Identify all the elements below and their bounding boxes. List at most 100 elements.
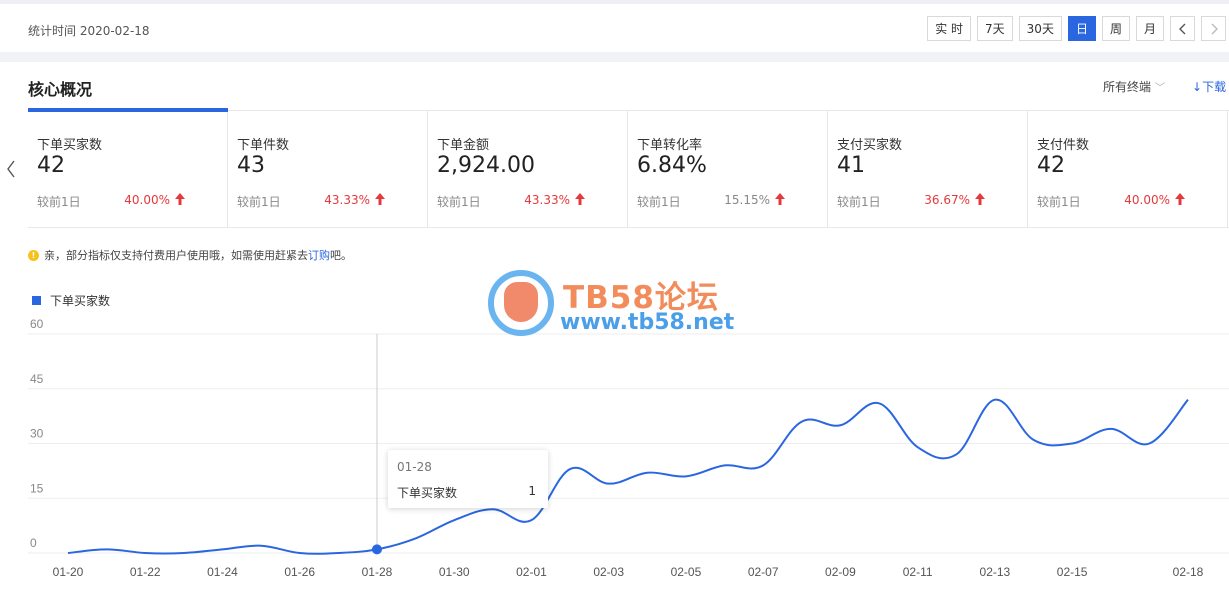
metric-percent: 36.67%: [924, 193, 970, 207]
chevron-right-icon[interactable]: [1201, 16, 1226, 41]
metric-card[interactable]: 下单买家数 42 较前1日 40.00%: [28, 108, 228, 228]
y-tick-label: 0: [30, 536, 37, 550]
terminal-select-label: 所有终端: [1103, 80, 1152, 94]
download-link[interactable]: ↓下载: [1192, 78, 1226, 95]
metric-label: 下单金额: [437, 138, 490, 153]
metric-card[interactable]: 支付买家数 41 较前1日 36.67%: [828, 111, 1028, 228]
metric-compare: 较前1日: [837, 195, 881, 209]
metric-card[interactable]: 下单转化率 6.84% 较前1日 15.15%: [628, 111, 828, 228]
data-point: [220, 547, 224, 551]
arrow-up-icon: [775, 193, 785, 205]
data-point: [336, 551, 340, 555]
tooltip-value: 1: [528, 484, 536, 498]
notice-suffix: 吧。: [330, 249, 352, 262]
metric-label: 下单买家数: [37, 138, 103, 153]
paid-feature-notice: ! 亲，部分指标仅支持付费用户使用哦，如需使用赶紧去 订购 吧。: [28, 247, 352, 263]
x-tick-label: 01-20: [53, 565, 84, 579]
x-tick-label: 02-05: [671, 565, 702, 579]
arrow-up-icon: [975, 193, 985, 205]
arrow-up-icon: [1175, 193, 1185, 205]
metric-percent: 40.00%: [124, 193, 170, 207]
top-bar: 统计时间 2020-02-18 实 时 7天 30天 日 周 月: [0, 0, 1229, 52]
x-tick-label: 02-15: [1057, 565, 1088, 579]
data-point: [298, 551, 302, 555]
data-point: [993, 398, 997, 402]
x-tick-label: 02-01: [516, 565, 547, 579]
y-tick-label: 60: [30, 317, 44, 331]
arrow-up-icon: [175, 193, 185, 205]
7day-button[interactable]: 7天: [977, 16, 1013, 41]
terminal-select[interactable]: 所有终端 ﹀: [1103, 78, 1165, 95]
data-point: [607, 482, 611, 486]
x-tick-label: 01-26: [284, 565, 315, 579]
section-divider: [0, 52, 1229, 62]
data-point: [954, 452, 958, 456]
metric-value: 6.84%: [637, 153, 707, 178]
legend-label: 下单买家数: [50, 294, 111, 308]
metric-card[interactable]: 支付件数 42 较前1日 40.00%: [1028, 111, 1228, 228]
metric-label: 下单转化率: [637, 138, 703, 153]
time-range-buttons: 实 时 7天 30天 日 周 月: [927, 16, 1226, 41]
arrow-up-icon: [575, 193, 585, 205]
week-button[interactable]: 周: [1101, 16, 1130, 41]
data-point: [1186, 398, 1190, 402]
realtime-button[interactable]: 实 时: [927, 16, 972, 41]
metric-card[interactable]: 下单金额 2,924.00 较前1日 43.33%: [428, 111, 628, 228]
chevron-down-icon: ﹀: [1155, 83, 1166, 94]
data-point: [105, 547, 109, 551]
data-point: [529, 518, 533, 522]
day-button[interactable]: 日: [1067, 16, 1096, 41]
download-label: 下载: [1202, 80, 1227, 94]
y-tick-label: 15: [30, 481, 44, 495]
metric-value: 42: [37, 153, 65, 178]
legend-swatch: [32, 296, 41, 305]
tooltip-date: 01-28: [397, 460, 432, 474]
chevron-left-icon[interactable]: [6, 160, 16, 183]
x-tick-label: 01-24: [207, 565, 238, 579]
x-tick-label: 02-09: [825, 565, 856, 579]
data-point: [66, 551, 70, 555]
y-tick-label: 30: [30, 427, 44, 441]
data-point: [1109, 427, 1113, 431]
tb58-watermark: TB58论坛 www.tb58.net: [488, 270, 748, 340]
data-point: [371, 544, 382, 555]
metric-percent: 15.15%: [724, 193, 770, 207]
line-chart[interactable]: 0 15 30 45 60 01-20 01-22 01-24 01-26 01-28 01-30 0…: [0, 310, 1229, 609]
data-point: [684, 474, 688, 478]
month-button[interactable]: 月: [1135, 16, 1164, 41]
x-tick-label: 02-11: [903, 565, 933, 579]
data-point: [645, 471, 649, 475]
data-point: [877, 401, 881, 405]
series-line: [67, 398, 1189, 555]
chart-tooltip: 01-28 下单买家数 1: [388, 450, 548, 508]
metric-card[interactable]: 下单件数 43 较前1日 43.33%: [228, 111, 428, 228]
chart-legend[interactable]: 下单买家数: [32, 292, 110, 309]
watermark-url: www.tb58.net: [560, 310, 735, 335]
metric-cards: 下单买家数 42 较前1日 40.00% 下单件数 43 较前1日 43.33%…: [28, 108, 1229, 228]
x-tick-label: 02-18: [1173, 565, 1204, 579]
arrow-up-icon: [375, 193, 385, 205]
data-point: [143, 551, 147, 555]
data-point: [1147, 442, 1151, 446]
x-tick-label: 02-07: [748, 565, 779, 579]
metric-value: 42: [1037, 153, 1065, 178]
x-tick-label: 01-30: [439, 565, 470, 579]
metric-value: 41: [837, 153, 865, 178]
x-tick-label: 02-13: [980, 565, 1011, 579]
chevron-left-icon[interactable]: [1170, 16, 1195, 41]
data-point: [800, 420, 804, 424]
notice-text: 亲，部分指标仅支持付费用户使用哦，如需使用赶紧去: [44, 249, 308, 262]
metric-percent: 40.00%: [1124, 193, 1170, 207]
data-point: [1032, 438, 1036, 442]
data-point: [723, 463, 727, 467]
data-point: [761, 463, 765, 467]
metric-label: 支付买家数: [837, 138, 903, 153]
metric-compare: 较前1日: [237, 195, 281, 209]
hand-icon: [504, 282, 538, 322]
30day-button[interactable]: 30天: [1018, 16, 1062, 41]
data-point: [1070, 442, 1074, 446]
tooltip-series-name: 下单买家数: [397, 486, 458, 500]
subscribe-link[interactable]: 订购: [308, 247, 330, 263]
warning-icon: !: [28, 249, 39, 261]
x-tick-label: 02-03: [593, 565, 624, 579]
